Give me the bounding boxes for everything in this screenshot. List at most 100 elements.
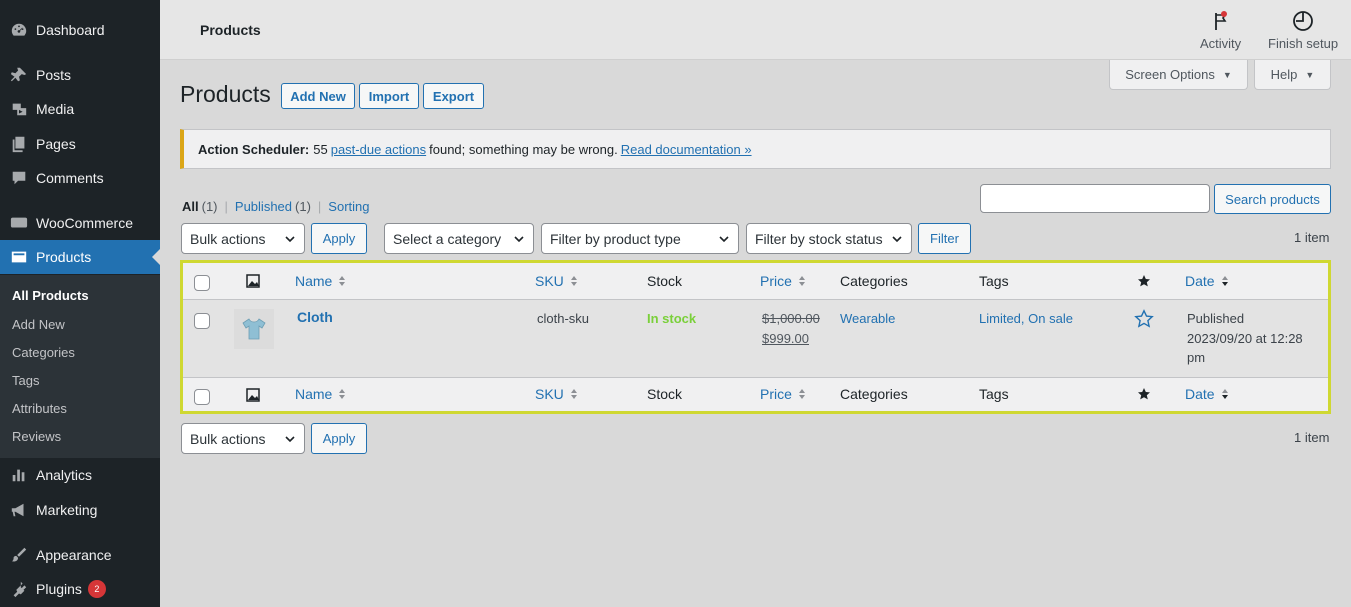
sidebar-item-label: Marketing — [36, 502, 98, 518]
sidebar-item-label: Dashboard — [36, 22, 105, 38]
activity-label: Activity — [1200, 36, 1242, 51]
submenu-reviews[interactable]: Reviews — [12, 429, 61, 444]
select-all-checkbox-bottom[interactable] — [194, 389, 210, 405]
sidebar-item-dashboard[interactable]: Dashboard — [0, 13, 160, 47]
sidebar-item-label: Plugins — [36, 581, 82, 597]
sidebar-item-plugins[interactable]: Plugins 2 — [0, 572, 160, 606]
products-submenu: All Products Add New Categories Tags Att… — [0, 275, 160, 458]
filter-button[interactable]: Filter — [918, 223, 971, 254]
products-icon — [9, 247, 29, 267]
analytics-icon — [9, 465, 29, 485]
chevron-down-icon — [719, 236, 729, 243]
column-date[interactable]: Date — [1185, 273, 1229, 289]
sidebar-item-pages[interactable]: Pages — [0, 127, 160, 161]
bulk-actions-select-bottom[interactable]: Bulk actions — [181, 423, 305, 454]
plugin-icon — [9, 579, 29, 599]
screen-options-button[interactable]: Screen Options ▼ — [1109, 60, 1248, 90]
caret-down-icon: ▼ — [1222, 69, 1232, 80]
tshirt-icon — [242, 318, 266, 340]
category-value: Select a category — [393, 230, 502, 247]
product-thumbnail[interactable] — [234, 309, 274, 349]
apply-button-bottom[interactable]: Apply — [311, 423, 367, 454]
view-sorting[interactable]: Sorting — [328, 199, 369, 214]
sidebar-item-label: Posts — [36, 67, 72, 83]
column-price[interactable]: Price — [760, 273, 806, 289]
tags-link[interactable]: Limited, On sale — [979, 311, 1073, 326]
dashboard-icon — [9, 20, 29, 40]
admin-sidebar: Dashboard Posts Media Pages Comments Woo… — [0, 0, 160, 607]
help-button[interactable]: Help ▼ — [1254, 60, 1331, 90]
search-products-button[interactable]: Search products — [1214, 184, 1331, 214]
submenu-all-products[interactable]: All Products — [12, 288, 89, 303]
media-icon — [9, 99, 29, 119]
submenu-attributes[interactable]: Attributes — [12, 401, 67, 416]
featured-star-icon — [1137, 274, 1151, 288]
table-header: Name SKU Stock Price Categories Tags Dat… — [183, 263, 1328, 300]
submenu-categories[interactable]: Categories — [12, 345, 75, 360]
select-all-checkbox[interactable] — [194, 275, 210, 291]
category-link[interactable]: Wearable — [840, 311, 895, 326]
regular-price: $1,000.00 — [762, 311, 820, 326]
sort-desc-icon — [1221, 389, 1228, 399]
column-date-label: Date — [1185, 273, 1215, 289]
view-published[interactable]: Published — [235, 199, 292, 214]
sidebar-item-products[interactable]: Products — [0, 240, 160, 274]
star-outline-icon[interactable] — [1134, 309, 1154, 332]
sort-icon — [798, 389, 805, 399]
product-name-link[interactable]: Cloth — [297, 309, 333, 325]
activity-button[interactable]: Activity — [1200, 10, 1241, 51]
apply-button[interactable]: Apply — [311, 223, 367, 254]
chevron-down-icon — [285, 436, 295, 443]
publish-time-suffix: pm — [1187, 350, 1206, 365]
column-sku[interactable]: SKU — [535, 273, 578, 289]
export-button[interactable]: Export — [423, 83, 484, 109]
sidebar-item-label: Media — [36, 101, 75, 117]
action-scheduler-notice: Action Scheduler: 55 past-due actions fo… — [180, 129, 1331, 169]
read-documentation-link[interactable]: Read documentation » — [621, 142, 752, 157]
product-type-select[interactable]: Filter by product type — [541, 223, 739, 254]
woocommerce-icon — [9, 213, 29, 233]
column-name[interactable]: Name — [295, 273, 346, 289]
sidebar-item-media[interactable]: Media — [0, 92, 160, 126]
sidebar-item-marketing[interactable]: Marketing — [0, 493, 160, 527]
category-select[interactable]: Select a category — [384, 223, 534, 254]
sidebar-item-appearance[interactable]: Appearance — [0, 538, 160, 572]
search-input[interactable] — [980, 184, 1210, 213]
bulk-actions-select[interactable]: Bulk actions — [181, 223, 305, 254]
help-label: Help — [1270, 67, 1298, 82]
comments-icon — [9, 168, 29, 188]
column-stock: Stock — [647, 273, 683, 289]
column-price-label: Price — [760, 386, 792, 402]
sidebar-item-comments[interactable]: Comments — [0, 161, 160, 195]
stock-status-select[interactable]: Filter by stock status — [746, 223, 912, 254]
column-tags: Tags — [979, 273, 1009, 289]
table-row: Cloth cloth-sku In stock $1,000.00 $999.… — [183, 300, 1328, 377]
row-checkbox[interactable] — [194, 313, 210, 329]
chevron-down-icon — [514, 236, 524, 243]
finish-setup-label: Finish setup — [1268, 36, 1339, 51]
column-date[interactable]: Date — [1185, 386, 1229, 402]
column-price-label: Price — [760, 273, 792, 289]
column-sku-label: SKU — [535, 386, 564, 402]
sidebar-item-posts[interactable]: Posts — [0, 58, 160, 92]
submenu-add-new[interactable]: Add New — [12, 317, 65, 332]
sidebar-item-woocommerce[interactable]: WooCommerce — [0, 206, 160, 240]
column-name[interactable]: Name — [295, 386, 346, 402]
progress-circle-icon — [1293, 11, 1313, 31]
column-date-label: Date — [1185, 386, 1215, 402]
sidebar-item-label: Comments — [36, 170, 104, 186]
notice-middle: found; something may be wrong. — [429, 141, 618, 157]
view-filters: All (1) | Published (1) | Sorting — [182, 199, 370, 214]
megaphone-icon — [9, 500, 29, 520]
sort-icon — [570, 389, 577, 399]
sidebar-item-analytics[interactable]: Analytics — [0, 458, 160, 492]
import-button[interactable]: Import — [359, 83, 419, 109]
column-price[interactable]: Price — [760, 386, 806, 402]
view-all[interactable]: All — [182, 199, 199, 214]
column-sku[interactable]: SKU — [535, 386, 578, 402]
past-due-actions-link[interactable]: past-due actions — [331, 142, 426, 157]
add-new-button[interactable]: Add New — [281, 83, 355, 109]
image-column-icon — [246, 274, 260, 288]
submenu-tags[interactable]: Tags — [12, 373, 39, 388]
finish-setup-button[interactable]: Finish setup — [1268, 10, 1338, 51]
